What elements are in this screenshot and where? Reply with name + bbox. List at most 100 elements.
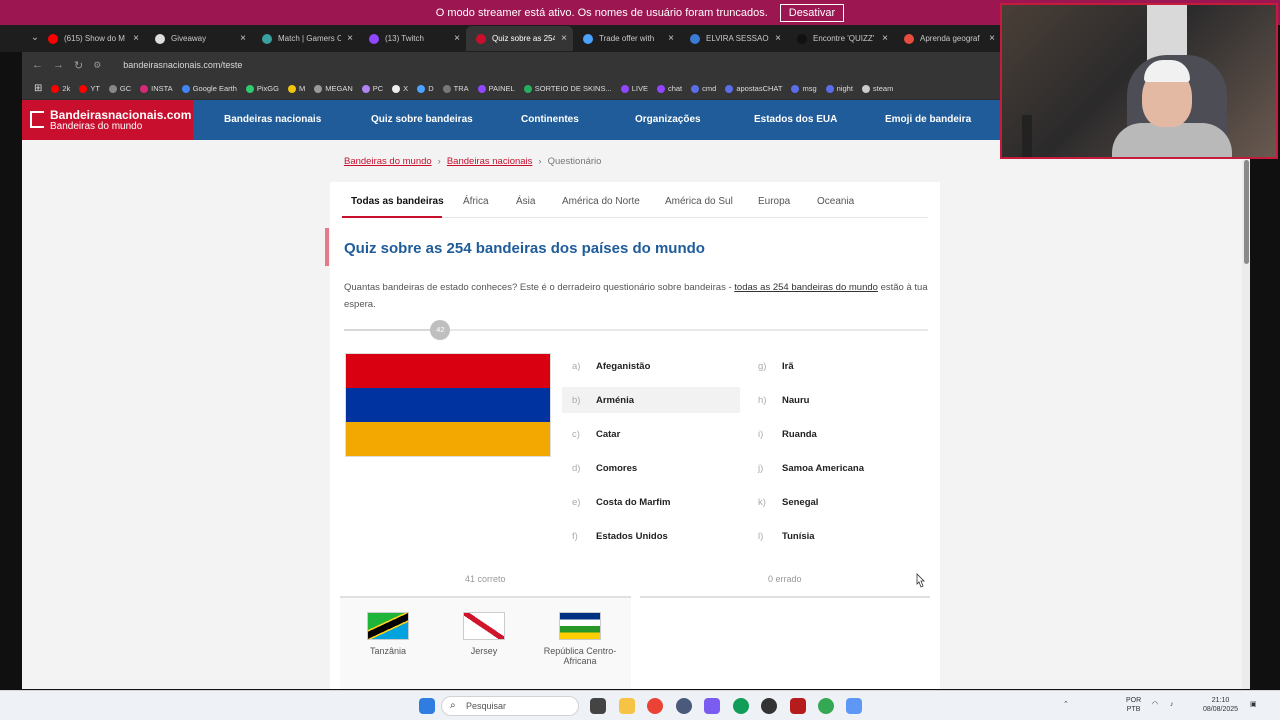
bookmark-item[interactable]: PC (361, 84, 383, 93)
answer-option[interactable]: f) Estados Unidos (562, 523, 740, 549)
browser-tab[interactable]: Encontre 'QUIZZ' × (787, 26, 894, 51)
tab-america-do-norte[interactable]: América do Norte (562, 196, 640, 207)
app-icon-red[interactable] (790, 698, 806, 714)
bookmark-item[interactable]: YT (79, 84, 100, 93)
app-icon-blue[interactable] (846, 698, 862, 714)
correct-flag-item: República Centro-Africana (532, 598, 628, 689)
answer-option[interactable]: a) Afeganistão (562, 353, 740, 379)
bookmark-item[interactable]: chat (656, 84, 683, 93)
edge-icon[interactable] (733, 698, 749, 714)
browser-tab[interactable]: Trade offer with × (573, 26, 680, 51)
site-info-icon[interactable]: ⚙ (93, 60, 101, 71)
answer-option[interactable]: c) Catar (562, 421, 740, 447)
bookmark-item[interactable]: TRA (442, 84, 469, 93)
bookmark-item[interactable]: apostasCHAT (725, 84, 782, 93)
tab-asia[interactable]: Ásia (516, 196, 535, 207)
browser-tab[interactable]: Quiz sobre as 254 × (466, 26, 573, 51)
discord-icon[interactable] (704, 698, 720, 714)
nav-quiz-sobre-bandeiras[interactable]: Quiz sobre bandeiras (371, 114, 473, 125)
breadcrumb-bandeiras-do-mundo[interactable]: Bandeiras do mundo (344, 156, 432, 167)
bookmark-item[interactable]: LIVE (620, 84, 648, 93)
reload-icon[interactable]: ↻ (74, 59, 83, 72)
tab-close-icon[interactable]: × (561, 33, 567, 44)
bookmark-item[interactable]: M (287, 84, 305, 93)
volume-icon[interactable]: ♪ (1170, 700, 1174, 709)
answer-option[interactable]: i) Ruanda (748, 421, 926, 447)
browser-tab[interactable]: Giveaway × (145, 26, 252, 51)
bookmark-item[interactable]: steam (861, 84, 893, 93)
notification-icon[interactable]: ▣ (1250, 700, 1257, 709)
tab-close-icon[interactable]: × (240, 33, 246, 44)
answer-option[interactable]: l) Tunísia (748, 523, 926, 549)
disable-streamer-mode-button[interactable]: Desativar (779, 3, 845, 22)
apps-grid-icon[interactable]: ⊞ (34, 83, 42, 94)
chrome-icon[interactable] (647, 698, 663, 714)
clock[interactable]: 21:10 08/08/2025 (1203, 696, 1238, 714)
tab-close-icon[interactable]: × (133, 33, 139, 44)
region-tabs: Todas as bandeiras África Ásia América d… (342, 182, 928, 218)
browser-tab[interactable]: Aprenda geograf × (894, 26, 1001, 51)
url-field[interactable]: bandeirasnacionais.com/teste (123, 60, 242, 70)
bookmark-item[interactable]: 2k (51, 84, 70, 93)
bookmark-item[interactable]: X (392, 84, 408, 93)
taskbar-search[interactable]: ⌕ Pesquisar (441, 696, 579, 716)
bookmark-item[interactable]: Google Earth (181, 84, 237, 93)
nav-emoji-de-bandeira[interactable]: Emoji de bandeira (885, 114, 971, 125)
bookmark-label: chat (667, 84, 683, 93)
tab-search-icon[interactable]: ⌄ (28, 30, 42, 46)
breadcrumb-current: Questionário (547, 156, 602, 167)
tab-close-icon[interactable]: × (454, 33, 460, 44)
nav-continentes[interactable]: Continentes (521, 114, 579, 125)
answer-option[interactable]: b) Arménia (562, 387, 740, 413)
bookmark-item[interactable]: PAINEL (477, 84, 515, 93)
tray-expand-icon[interactable]: ⌃ (1063, 700, 1069, 709)
nav-estados-dos-eua[interactable]: Estados dos EUA (754, 114, 837, 125)
forward-icon[interactable]: → (53, 59, 64, 71)
back-icon[interactable]: ← (32, 59, 43, 71)
bookmark-item[interactable]: msg (791, 84, 817, 93)
site-logo[interactable]: Bandeirasnacionais.com Bandeiras do mund… (22, 100, 193, 140)
bookmark-item[interactable]: GC (108, 84, 131, 93)
browser-tab[interactable]: (13) Twitch × (359, 26, 466, 51)
answer-option[interactable]: g) Irã (748, 353, 926, 379)
steam-icon[interactable] (676, 698, 692, 714)
answer-option[interactable]: h) Nauru (748, 387, 926, 413)
language-indicator[interactable]: POR PTB (1126, 696, 1141, 714)
tab-africa[interactable]: África (463, 196, 489, 207)
nav-organizacoes[interactable]: Organizações (635, 114, 701, 125)
bookmark-item[interactable]: PixGG (245, 84, 279, 93)
tab-todas-as-bandeiras[interactable]: Todas as bandeiras (351, 196, 444, 207)
tab-close-icon[interactable]: × (668, 33, 674, 44)
answer-option[interactable]: k) Senegal (748, 489, 926, 515)
desc-link[interactable]: todas as 254 bandeiras do mundo (734, 282, 878, 293)
windows-start-icon[interactable] (419, 698, 435, 714)
answer-option[interactable]: j) Samoa Americana (748, 455, 926, 481)
browser-tab[interactable]: (615) Show do M × (38, 26, 145, 51)
bookmark-item[interactable]: INSTA (140, 84, 173, 93)
file-explorer-icon[interactable] (619, 698, 635, 714)
tab-close-icon[interactable]: × (775, 33, 781, 44)
answer-option[interactable]: d) Comores (562, 455, 740, 481)
bookmark-item[interactable]: night (825, 84, 853, 93)
nav-bandeiras-nacionais[interactable]: Bandeiras nacionais (224, 114, 321, 125)
task-view-icon[interactable] (590, 698, 606, 714)
bookmark-item[interactable]: SORTEIO DE SKINS... (523, 84, 612, 93)
bookmark-item[interactable]: D (417, 84, 434, 93)
tab-close-icon[interactable]: × (347, 33, 353, 44)
bookmark-item[interactable]: MEGAN (314, 84, 353, 93)
scrollbar-thumb[interactable] (1244, 160, 1249, 264)
wifi-icon[interactable]: ◠ (1152, 700, 1158, 709)
tab-close-icon[interactable]: × (989, 33, 995, 44)
browser-tab[interactable]: Match | Gamers C × (252, 26, 359, 51)
chrome-alt-icon[interactable] (818, 698, 834, 714)
tab-europa[interactable]: Europa (758, 196, 790, 207)
breadcrumb-bandeiras-nacionais[interactable]: Bandeiras nacionais (447, 156, 533, 167)
tab-close-icon[interactable]: × (882, 33, 888, 44)
tab-america-do-sul[interactable]: América do Sul (665, 196, 733, 207)
answer-option[interactable]: e) Costa do Marfim (562, 489, 740, 515)
browser-tab[interactable]: ELVIRA SESSAO U × (680, 26, 787, 51)
page-scrollbar[interactable] (1242, 160, 1250, 689)
tab-oceania[interactable]: Oceania (817, 196, 854, 207)
bookmark-item[interactable]: cmd (691, 84, 716, 93)
obs-icon[interactable] (761, 698, 777, 714)
